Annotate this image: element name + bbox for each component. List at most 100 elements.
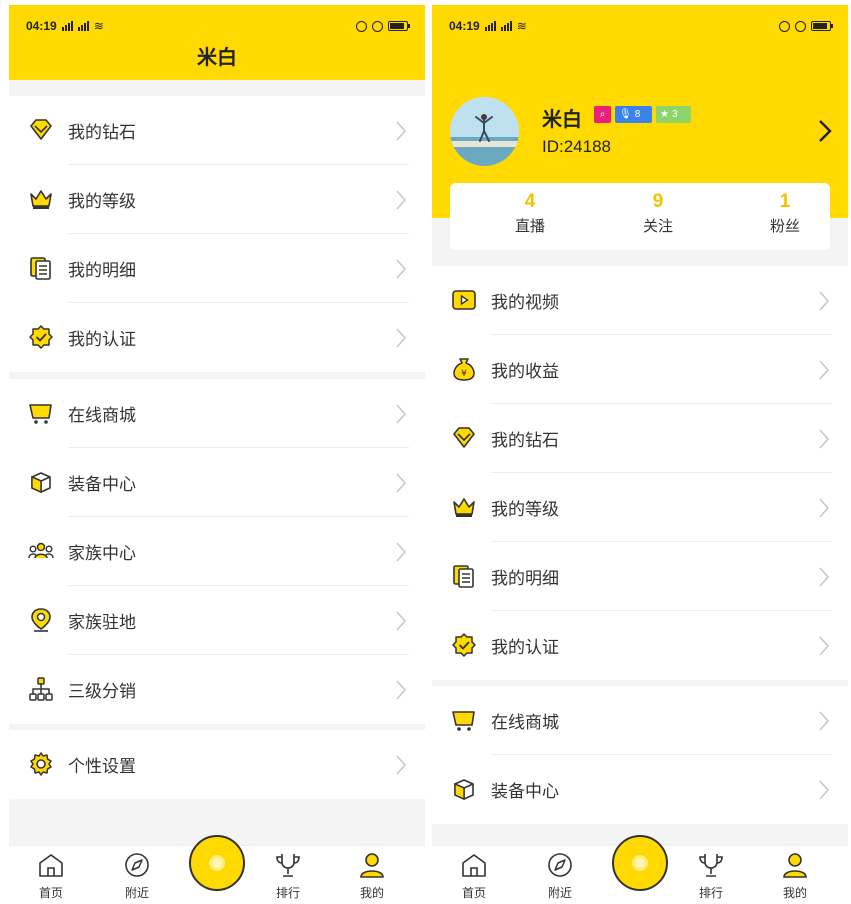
menu-item[interactable]: 我的认证 bbox=[9, 303, 425, 372]
menu-item[interactable]: 我的等级 bbox=[432, 473, 848, 542]
menu-item-label: 装备中心 bbox=[491, 782, 559, 802]
tab-item[interactable]: 首页 bbox=[21, 846, 81, 902]
menu-item-label: 三级分销 bbox=[68, 682, 136, 702]
menu-item-label: 我的认证 bbox=[491, 638, 559, 658]
center-dot bbox=[209, 855, 225, 871]
diamond-icon bbox=[28, 117, 54, 143]
menu-item[interactable]: 装备中心 bbox=[432, 755, 848, 824]
menu-item[interactable]: 三级分销 bbox=[9, 655, 425, 724]
stat-live[interactable]: 4 直播 bbox=[480, 191, 580, 236]
menu-item[interactable]: 个性设置 bbox=[9, 730, 425, 799]
chevron-right-icon bbox=[818, 497, 830, 519]
menu-item[interactable]: 家族中心 bbox=[9, 517, 425, 586]
stats-card: 4 直播 9 关注 1 粉丝 bbox=[450, 183, 830, 250]
signal-icon bbox=[77, 21, 89, 31]
signal-icon bbox=[500, 21, 512, 31]
location-pin-icon bbox=[28, 607, 54, 633]
status-bar: 04:19 ≋ bbox=[432, 5, 848, 47]
tab-item[interactable]: 我的 bbox=[342, 846, 402, 902]
avatar[interactable] bbox=[450, 97, 519, 166]
bottom-tab-bar: 首页 附近 排行 我的 bbox=[432, 835, 848, 902]
box-icon bbox=[451, 776, 477, 802]
home-icon bbox=[460, 851, 488, 879]
live-center-icon[interactable] bbox=[612, 835, 668, 891]
diamond-icon bbox=[451, 425, 477, 451]
menu-item-label: 我的认证 bbox=[68, 330, 136, 350]
chevron-right-icon bbox=[818, 710, 830, 732]
menu-item[interactable]: 我的明细 bbox=[432, 542, 848, 611]
tab-item[interactable]: 首页 bbox=[444, 846, 504, 902]
wifi-icon: ≋ bbox=[516, 19, 527, 33]
menu-group-account: 我的钻石我的等级 我的明细我的认证 bbox=[9, 96, 425, 372]
tab-label: 排行 bbox=[275, 886, 300, 900]
menu-item-label: 我的钻石 bbox=[491, 431, 559, 451]
chevron-right-icon bbox=[818, 359, 830, 381]
stat-fans[interactable]: 1 粉丝 bbox=[735, 191, 835, 236]
menu-item-label: 我的收益 bbox=[491, 362, 559, 382]
bottom-tab-bar: 首页 附近 排行 我的 bbox=[9, 835, 425, 902]
star-level-badge: ★ 3 bbox=[656, 106, 691, 123]
tab-item[interactable]: 我的 bbox=[765, 846, 825, 902]
chevron-right-icon bbox=[818, 566, 830, 588]
menu-item[interactable]: 在线商城 bbox=[9, 379, 425, 448]
tab-label: 首页 bbox=[38, 886, 63, 900]
crown-icon bbox=[451, 494, 477, 520]
sync-icon bbox=[356, 20, 367, 32]
tab-label: 我的 bbox=[782, 886, 807, 900]
chevron-right-icon[interactable] bbox=[818, 119, 832, 143]
menu-group-services: 在线商城 装备中心 bbox=[432, 686, 848, 824]
mic-icon: 🎙 bbox=[619, 109, 632, 120]
chevron-right-icon bbox=[395, 120, 407, 142]
user-id: ID:24188 bbox=[542, 137, 611, 156]
menu-item[interactable]: 我的认证 bbox=[432, 611, 848, 680]
menu-item[interactable]: 我的收益 bbox=[432, 335, 848, 404]
alarm-icon bbox=[795, 20, 806, 32]
tab-item[interactable]: 附近 bbox=[107, 846, 167, 902]
tab-label: 首页 bbox=[461, 886, 486, 900]
tab-item[interactable]: 附近 bbox=[530, 846, 590, 902]
stat-value: 9 bbox=[652, 191, 664, 212]
menu-item-label: 我的钻石 bbox=[68, 123, 136, 143]
stat-following[interactable]: 9 关注 bbox=[608, 191, 708, 236]
mic-level-value: 8 bbox=[634, 109, 641, 120]
avatar-photo bbox=[450, 97, 519, 166]
gear-icon bbox=[28, 751, 54, 777]
live-center-icon[interactable] bbox=[189, 835, 245, 891]
menu-item[interactable]: 我的钻石 bbox=[432, 404, 848, 473]
menu-item[interactable]: 在线商城 bbox=[432, 686, 848, 755]
menu-item-label: 个性设置 bbox=[68, 757, 136, 777]
menu-item[interactable]: 我的明细 bbox=[9, 234, 425, 303]
menu-item[interactable]: 家族驻地 bbox=[9, 586, 425, 655]
tab-label: 排行 bbox=[698, 886, 723, 900]
menu-item-label: 我的明细 bbox=[491, 569, 559, 589]
video-icon bbox=[451, 287, 477, 313]
chevron-right-icon bbox=[818, 428, 830, 450]
stat-label: 粉丝 bbox=[769, 217, 800, 235]
wifi-icon: ≋ bbox=[93, 19, 104, 33]
chevron-right-icon bbox=[818, 779, 830, 801]
menu-item[interactable]: 装备中心 bbox=[9, 448, 425, 517]
group-icon bbox=[28, 538, 54, 564]
star-level-value: 3 bbox=[671, 109, 678, 120]
money-bag-icon bbox=[451, 356, 477, 382]
tab-item[interactable]: 排行 bbox=[681, 846, 741, 902]
stat-label: 关注 bbox=[642, 217, 673, 235]
menu-item-label: 我的等级 bbox=[491, 500, 559, 520]
battery-icon bbox=[811, 21, 833, 31]
home-icon bbox=[37, 851, 65, 879]
menu-item-label: 在线商城 bbox=[68, 406, 136, 426]
menu-item-label: 在线商城 bbox=[491, 713, 559, 733]
menu-item-label: 家族驻地 bbox=[68, 613, 136, 633]
menu-item[interactable]: 我的钻石 bbox=[9, 96, 425, 165]
tab-item[interactable]: 排行 bbox=[258, 846, 318, 902]
menu-item[interactable]: 我的视频 bbox=[432, 266, 848, 335]
stat-label: 直播 bbox=[514, 217, 545, 235]
status-time: 04:19 bbox=[449, 19, 480, 33]
compass-icon bbox=[123, 851, 151, 879]
menu-item[interactable]: 我的等级 bbox=[9, 165, 425, 234]
menu-item-label: 家族中心 bbox=[68, 544, 136, 564]
center-dot bbox=[632, 855, 648, 871]
signal-icon bbox=[61, 21, 73, 31]
hierarchy-icon bbox=[28, 676, 54, 702]
verified-badge-icon bbox=[28, 324, 54, 350]
